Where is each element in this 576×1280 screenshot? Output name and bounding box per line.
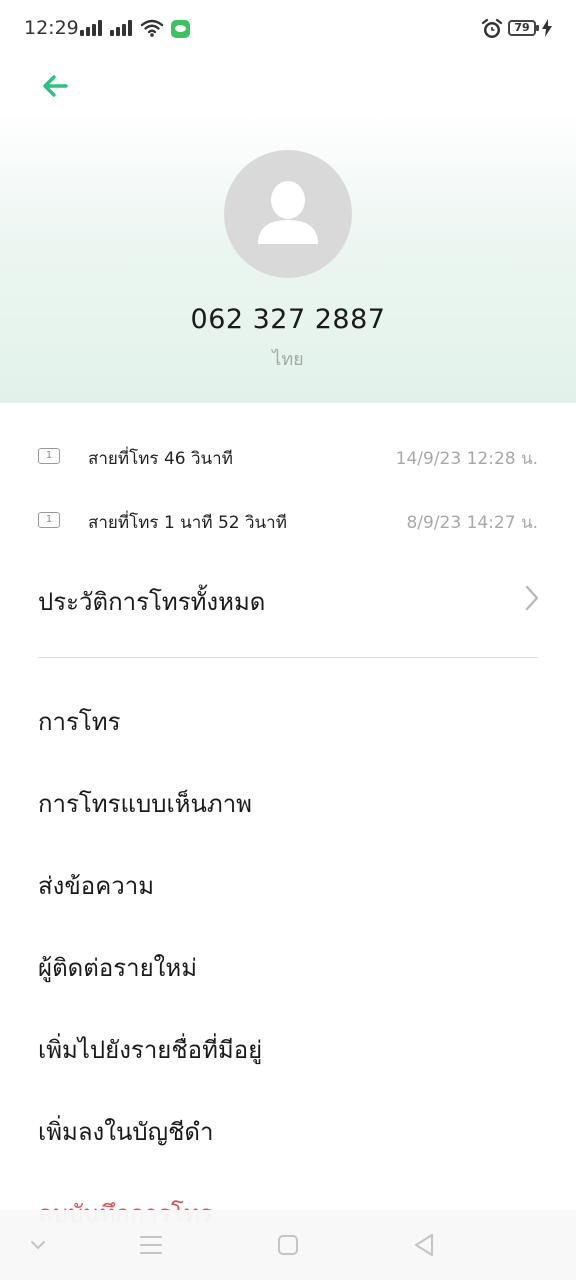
call-button[interactable]: การโทร [0, 686, 576, 756]
wifi-icon [140, 19, 164, 37]
chevron-down-icon[interactable] [24, 1232, 52, 1258]
all-call-history-link[interactable]: ประวัติการโทรทั้งหมด [0, 570, 576, 626]
call-timestamp: 14/9/23 12:28 น. [395, 449, 538, 469]
all-call-history-label: ประวัติการโทรทั้งหมด [38, 588, 266, 616]
battery-indicator: 79 [508, 20, 539, 36]
menu-label: การโทรแบบเห็นภาพ [38, 790, 252, 818]
call-history-row[interactable]: 1 สายที่โทร 46 วินาที 14/9/23 12:28 น. [0, 434, 576, 484]
call-history-row[interactable]: 1 สายที่โทร 1 นาที 52 วินาที 8/9/23 14:2… [0, 498, 576, 548]
add-to-existing-contact-button[interactable]: เพิ่มไปยังรายชื่อที่มีอยู่ [0, 1014, 576, 1084]
send-message-button[interactable]: ส่งข้อความ [0, 850, 576, 920]
sim-card-icon: 1 [38, 448, 60, 464]
contact-header: 062 327 2887 ไทย [0, 112, 576, 403]
home-icon[interactable] [274, 1232, 302, 1258]
avatar [224, 150, 352, 278]
divider [38, 657, 538, 658]
sim-card-icon: 1 [38, 512, 60, 528]
status-time: 12:29 [24, 17, 79, 39]
menu-icon[interactable] [137, 1232, 165, 1258]
person-icon [258, 181, 318, 244]
line-app-icon [171, 20, 190, 38]
signal-icon [110, 20, 134, 36]
call-description: สายที่โทร 46 วินาที [88, 449, 233, 469]
menu-label: ส่งข้อความ [38, 872, 155, 900]
chevron-right-icon [525, 585, 539, 611]
menu-label: เพิ่มไปยังรายชื่อที่มีอยู่ [38, 1036, 263, 1064]
phone-number: 062 327 2887 [190, 304, 386, 335]
new-contact-button[interactable]: ผู้ติดต่อรายใหม่ [0, 932, 576, 1002]
menu-label: การโทร [38, 708, 121, 736]
header-bar [0, 56, 576, 112]
system-navigation-bar [0, 1210, 576, 1280]
charging-icon [542, 19, 552, 37]
video-call-button[interactable]: การโทรแบบเห็นภาพ [0, 768, 576, 838]
add-to-blacklist-button[interactable]: เพิ่มลงในบัญชีดำ [0, 1096, 576, 1166]
location-label: ไทย [272, 349, 304, 370]
back-button[interactable] [36, 62, 76, 102]
menu-label: เพิ่มลงในบัญชีดำ [38, 1118, 214, 1146]
signal-icon [80, 20, 104, 36]
alarm-icon [481, 18, 503, 38]
call-timestamp: 8/9/23 14:27 น. [406, 513, 538, 533]
back-triangle-icon[interactable] [410, 1232, 438, 1258]
menu-label: ผู้ติดต่อรายใหม่ [38, 954, 198, 982]
status-bar: 12:29 79 [0, 0, 576, 56]
call-description: สายที่โทร 1 นาที 52 วินาที [88, 513, 287, 533]
back-arrow-icon [43, 75, 68, 97]
